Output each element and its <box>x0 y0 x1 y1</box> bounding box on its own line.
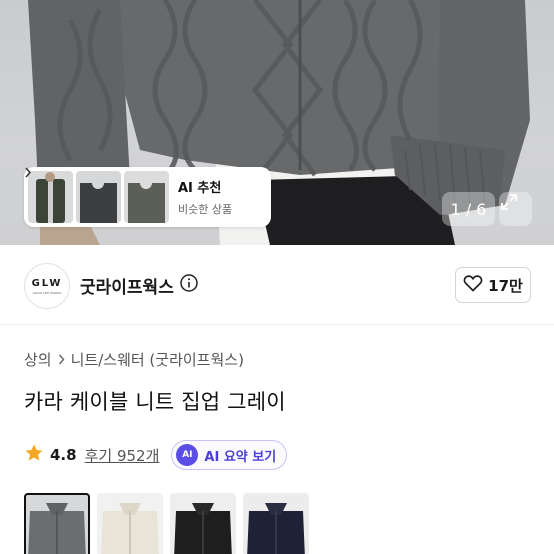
ai-badge-icon: AI <box>176 444 199 466</box>
ai-recommendation-card[interactable]: AI 추천 비슷한 상품 <box>24 167 271 227</box>
chevron-right-icon <box>58 351 65 369</box>
color-variants <box>24 493 309 554</box>
info-icon[interactable] <box>180 274 198 297</box>
product-title: 카라 케이블 니트 집업 그레이 <box>24 390 286 414</box>
rating-row: 4.8 후기 952개 AI AI 요약 보기 <box>24 440 288 470</box>
variant-ivory[interactable] <box>97 493 163 554</box>
product-image-carousel[interactable]: AI 추천 비슷한 상품 1 / 6 <box>0 0 554 245</box>
brand-row: GLW GOOD LIFE WORKS 굿라이프웍스 17만 <box>0 245 554 325</box>
expand-image-button[interactable] <box>499 192 532 226</box>
breadcrumb: 상의 니트/스웨터 (굿라이프웍스) <box>24 349 244 370</box>
recommendation-thumbnail[interactable] <box>124 171 169 223</box>
heart-icon <box>463 274 483 296</box>
reviews-link[interactable]: 후기 952개 <box>85 445 160 466</box>
ai-recommendation-title: AI 추천 <box>178 181 222 196</box>
star-icon <box>24 443 44 467</box>
rating-value: 4.8 <box>50 446 77 464</box>
image-counter: 1 / 6 <box>442 192 495 226</box>
variant-navy[interactable] <box>243 493 309 554</box>
ai-summary-label: AI 요약 보기 <box>204 449 277 465</box>
breadcrumb-item-top[interactable]: 상의 <box>24 349 52 370</box>
variant-grey[interactable] <box>24 493 90 554</box>
breadcrumb-item-category[interactable]: 니트/스웨터 (굿라이프웍스) <box>71 349 244 370</box>
recommendation-thumbnail[interactable] <box>28 171 73 223</box>
like-button[interactable]: 17만 <box>455 267 531 303</box>
like-count: 17만 <box>488 276 523 295</box>
brand-logo[interactable]: GLW GOOD LIFE WORKS <box>24 263 70 309</box>
brand-name: 굿라이프웍스 <box>80 278 174 298</box>
variant-black[interactable] <box>170 493 236 554</box>
recommendation-thumbnail[interactable] <box>76 171 121 223</box>
ai-recommendation-subtitle: 비슷한 상품 <box>178 203 233 216</box>
ai-summary-button[interactable]: AI AI 요약 보기 <box>171 440 288 470</box>
brand-name-link[interactable]: 굿라이프웍스 <box>80 273 198 298</box>
